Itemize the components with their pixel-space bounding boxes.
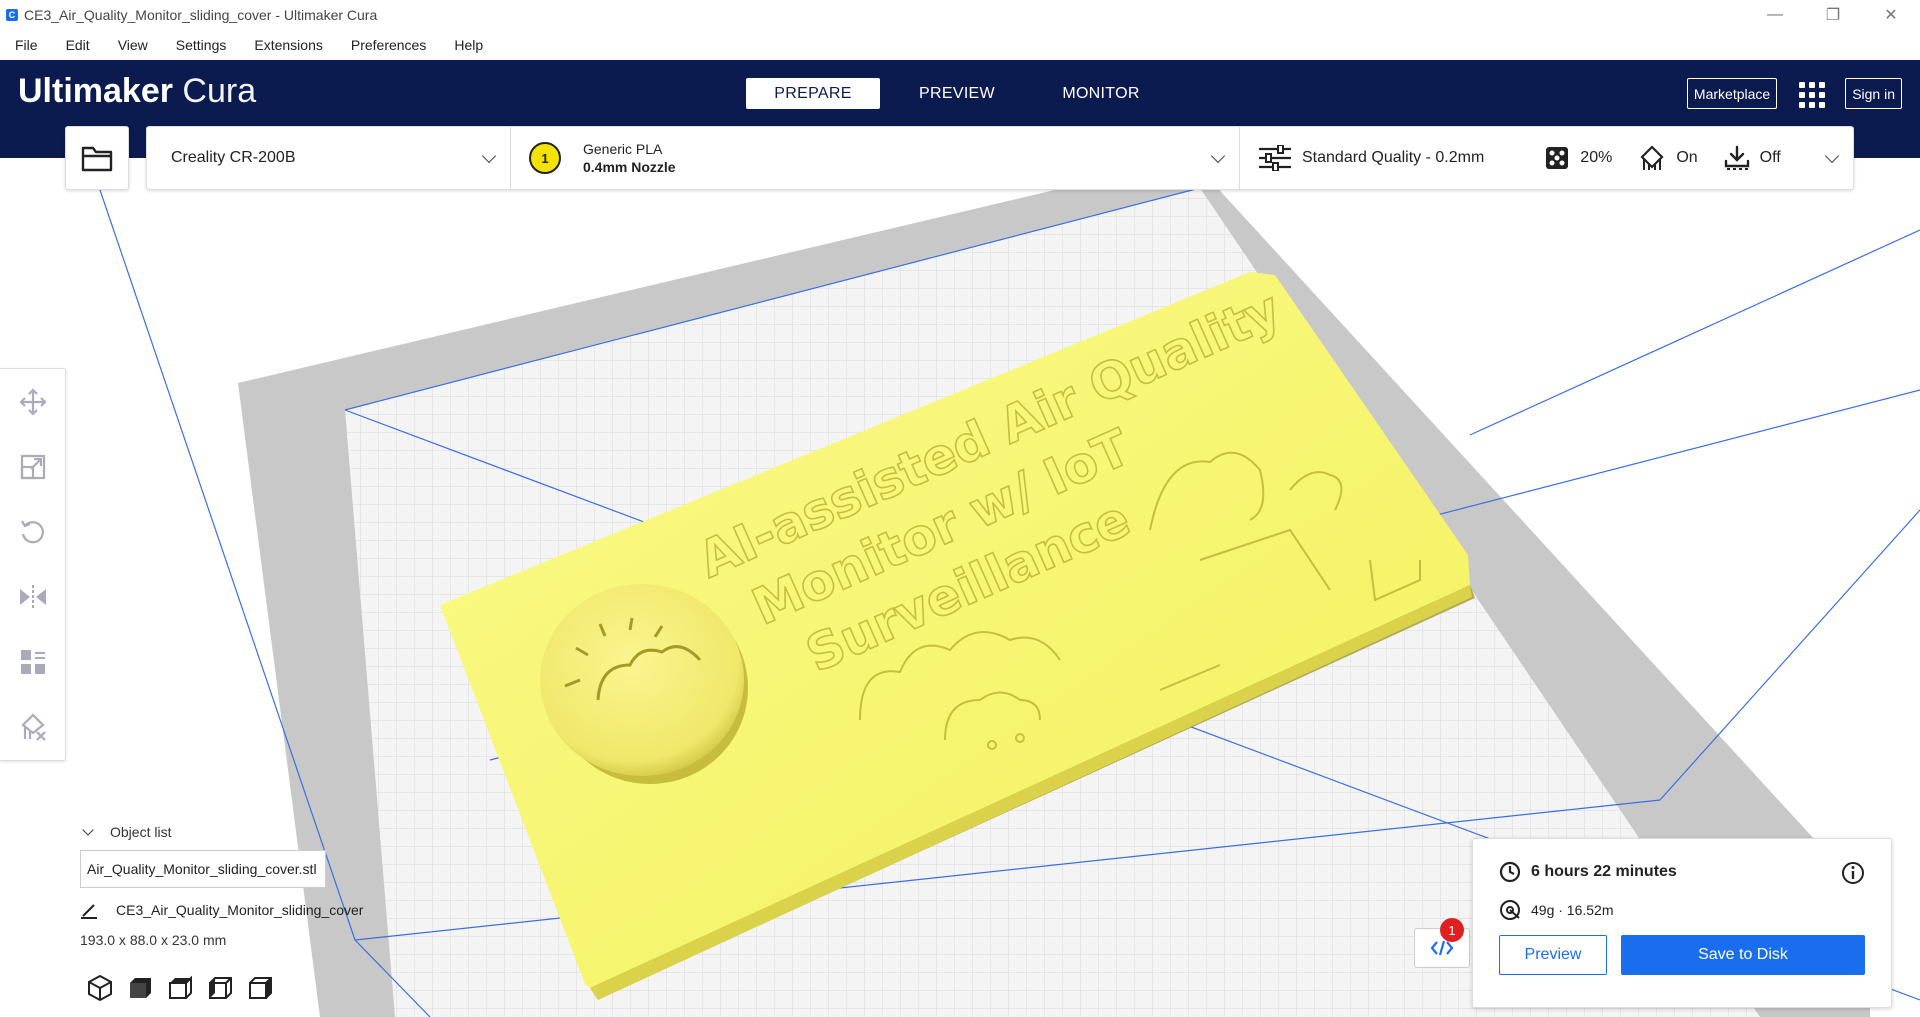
adhesion-icon	[1724, 145, 1749, 170]
chevron-down-icon	[1210, 148, 1226, 164]
material-usage-row: 49g · 16.52m	[1499, 899, 1614, 921]
print-details-button[interactable]	[1841, 861, 1865, 890]
scale-tool[interactable]	[0, 434, 66, 499]
tab-monitor[interactable]: MONITOR	[1034, 78, 1168, 109]
info-icon	[1842, 862, 1864, 884]
object-dimensions: 193.0 x 88.0 x 23.0 mm	[80, 932, 227, 948]
material-name: Generic PLA	[583, 141, 663, 157]
chevron-down-icon	[481, 148, 497, 164]
object-list-toggle[interactable]: Object list	[80, 820, 400, 844]
print-setup-bar: Creality CR-200B 1 Generic PLA 0.4mm Noz…	[146, 126, 1854, 190]
stage-tabs: PREPARE PREVIEW MONITOR	[746, 78, 1178, 109]
brand-light: Cura	[182, 72, 257, 110]
spool-icon	[1500, 900, 1520, 920]
header-actions: Marketplace Sign in	[1686, 78, 1902, 109]
view-front-button[interactable]	[120, 972, 160, 1004]
scale-icon	[20, 454, 46, 479]
material-usage: 49g · 16.52m	[1531, 902, 1614, 918]
folder-icon	[81, 146, 113, 172]
apps-grid-icon[interactable]	[1797, 80, 1826, 108]
menu-help[interactable]: Help	[454, 37, 483, 53]
window-title: CE3_Air_Quality_Monitor_sliding_cover - …	[24, 7, 378, 23]
preview-button[interactable]: Preview	[1499, 935, 1607, 975]
view-left-button[interactable]	[200, 972, 240, 1004]
chevron-down-icon	[82, 824, 94, 836]
view-right-button[interactable]	[240, 972, 280, 1004]
support-blocker-tool[interactable]	[0, 694, 66, 759]
cube-left-icon	[209, 977, 232, 999]
move-icon	[19, 387, 47, 416]
cube-right-icon	[249, 977, 272, 999]
object-list-title: Object list	[110, 824, 172, 840]
per-model-settings-icon	[21, 649, 45, 674]
minimize-icon[interactable]: —	[1746, 0, 1804, 30]
tab-preview[interactable]: PREVIEW	[890, 78, 1024, 109]
cube-3d-icon	[88, 974, 112, 1002]
cube-top-icon	[169, 975, 192, 999]
chevron-down-icon	[1824, 148, 1840, 164]
menu-preferences[interactable]: Preferences	[351, 37, 426, 53]
open-file-button[interactable]	[65, 126, 129, 190]
nozzle-size: 0.4mm Nozzle	[583, 159, 676, 175]
print-settings-selector[interactable]: Standard Quality - 0.2mm 20% On Off	[1240, 127, 1853, 189]
mirror-tool[interactable]	[0, 564, 66, 629]
quality-setting: Standard Quality - 0.2mm	[1258, 145, 1484, 171]
view-orientation-buttons	[80, 972, 280, 1004]
object-name-row[interactable]: CE3_Air_Quality_Monitor_sliding_cover	[80, 900, 400, 920]
cura-app-icon: C	[6, 9, 18, 21]
support-blocker-icon	[21, 712, 46, 741]
print-info-panel: 6 hours 22 minutes 49g · 16.52m Preview …	[1472, 838, 1892, 1008]
machine-selector[interactable]: Creality CR-200B	[147, 127, 511, 189]
model-knob	[540, 584, 744, 776]
restore-icon[interactable]: ❐	[1804, 0, 1862, 30]
cube-front-icon	[130, 978, 151, 998]
window-controls: — ❐ ✕	[1746, 0, 1920, 30]
object-list-item[interactable]: Air_Quality_Monitor_sliding_cover.stl	[80, 850, 326, 888]
save-to-disk-button[interactable]: Save to Disk	[1621, 935, 1865, 975]
adhesion-setting: Off	[1724, 145, 1781, 171]
menu-settings[interactable]: Settings	[176, 37, 227, 53]
rotate-tool[interactable]	[0, 499, 66, 564]
infill-icon	[1546, 147, 1569, 169]
close-icon[interactable]: ✕	[1862, 0, 1920, 30]
material-selector[interactable]: 1 Generic PLA 0.4mm Nozzle	[511, 127, 1240, 189]
pencil-icon	[81, 904, 97, 919]
print-time-row: 6 hours 22 minutes	[1499, 861, 1677, 883]
rotate-icon	[21, 519, 44, 543]
adhesion-value: Off	[1759, 149, 1781, 166]
tool-panel	[0, 368, 66, 761]
object-name: CE3_Air_Quality_Monitor_sliding_cover	[116, 902, 364, 918]
brand-logo: Ultimaker Cura	[18, 72, 256, 111]
move-tool[interactable]	[0, 369, 66, 434]
menu-bar: File Edit View Settings Extensions Prefe…	[0, 30, 1920, 60]
menu-extensions[interactable]: Extensions	[254, 37, 322, 53]
tab-prepare[interactable]: PREPARE	[746, 78, 880, 109]
menu-view[interactable]: View	[118, 37, 148, 53]
per-model-settings-tool[interactable]	[0, 629, 66, 694]
sign-in-button[interactable]: Sign in	[1845, 78, 1902, 109]
infill-value: 20%	[1580, 149, 1613, 166]
menu-edit[interactable]: Edit	[66, 37, 90, 53]
marketplace-button[interactable]: Marketplace	[1686, 78, 1778, 109]
print-time: 6 hours 22 minutes	[1531, 863, 1677, 880]
object-list-panel: Object list Air_Quality_Monitor_sliding_…	[80, 820, 400, 948]
quality-label: Standard Quality - 0.2mm	[1302, 149, 1485, 166]
support-value: On	[1676, 149, 1698, 166]
brand-bold: Ultimaker	[18, 72, 173, 110]
menu-file[interactable]: File	[15, 37, 38, 53]
view-3d-button[interactable]	[80, 972, 120, 1004]
support-setting: On	[1638, 145, 1698, 171]
clock-icon	[1499, 861, 1521, 883]
material-info: Generic PLA 0.4mm Nozzle	[583, 141, 676, 175]
machine-name: Creality CR-200B	[171, 149, 296, 166]
infill-setting: 20%	[1544, 145, 1612, 171]
sliders-icon	[1259, 145, 1291, 171]
window-titlebar: C CE3_Air_Quality_Monitor_sliding_cover …	[0, 0, 1920, 30]
extruder-badge-icon: 1	[529, 142, 561, 174]
view-top-button[interactable]	[160, 972, 200, 1004]
support-icon	[1640, 145, 1664, 170]
notification-badge: 1	[1440, 918, 1464, 942]
mirror-icon	[20, 584, 46, 609]
